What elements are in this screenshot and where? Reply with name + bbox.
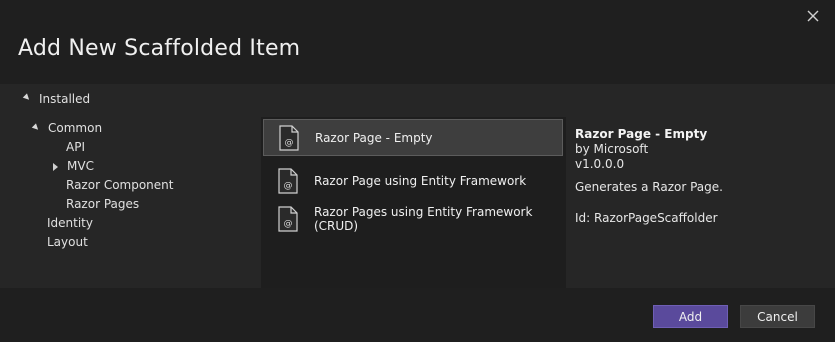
- razor-file-icon: @: [279, 124, 299, 151]
- tree-root-installed[interactable]: Installed: [22, 92, 91, 106]
- expanded-arrow-icon[interactable]: [31, 122, 41, 132]
- tree-item-label: Identity: [47, 216, 93, 230]
- tree-item-razor-pages[interactable]: Razor Pages: [66, 195, 139, 214]
- details-version: v1.0.0.0: [575, 157, 625, 171]
- template-list: @ Razor Page - Empty @ Razor Page using …: [261, 117, 566, 288]
- details-pane: Razor Page - Empty by Microsoft v1.0.0.0…: [575, 127, 723, 226]
- tree-item-layout[interactable]: Layout: [47, 233, 88, 252]
- svg-text:@: @: [284, 219, 293, 229]
- tree-item-razor-component[interactable]: Razor Component: [66, 176, 173, 195]
- svg-text:@: @: [285, 138, 294, 148]
- template-item-razor-pages-ef-crud[interactable]: @ Razor Pages using Entity Framework (CR…: [263, 200, 563, 237]
- template-item-razor-page-empty[interactable]: @ Razor Page - Empty: [263, 119, 563, 156]
- razor-file-icon: @: [278, 205, 298, 232]
- collapsed-arrow-icon[interactable]: [53, 162, 58, 171]
- razor-file-icon: @: [278, 167, 298, 194]
- tree-root-label: Installed: [39, 92, 91, 106]
- tree-item-label: API: [66, 140, 85, 154]
- expanded-arrow-icon[interactable]: [22, 93, 32, 102]
- tree-item-label: Common: [48, 121, 103, 135]
- tree-item-common[interactable]: Common: [31, 119, 103, 138]
- template-label: Razor Pages using Entity Framework (CRUD…: [314, 204, 533, 233]
- tree-item-label: MVC: [67, 159, 94, 173]
- template-item-razor-page-ef[interactable]: @ Razor Page using Entity Framework: [263, 162, 563, 199]
- tree-item-identity[interactable]: Identity: [47, 214, 93, 233]
- template-label: Razor Page using Entity Framework: [314, 173, 527, 188]
- tree-item-mvc[interactable]: MVC: [53, 157, 94, 176]
- tree-item-api[interactable]: API: [66, 138, 85, 157]
- details-id: Id: RazorPageScaffolder: [575, 211, 718, 225]
- tree-item-label: Razor Pages: [66, 197, 140, 211]
- close-icon[interactable]: [805, 8, 821, 24]
- category-tree: Common API MVC Razor Component Razor Pag…: [0, 119, 260, 288]
- dialog-title: Add New Scaffolded Item: [18, 36, 301, 61]
- details-description: Generates a Razor Page.: [575, 180, 723, 194]
- tree-item-label: Razor Component: [66, 178, 174, 192]
- details-author: by Microsoft: [575, 142, 649, 156]
- svg-text:@: @: [284, 181, 293, 191]
- details-title: Razor Page - Empty: [575, 127, 708, 141]
- tree-item-label: Layout: [47, 235, 88, 249]
- add-button[interactable]: Add: [653, 305, 728, 328]
- template-label: Razor Page - Empty: [315, 130, 433, 145]
- cancel-button[interactable]: Cancel: [740, 305, 815, 328]
